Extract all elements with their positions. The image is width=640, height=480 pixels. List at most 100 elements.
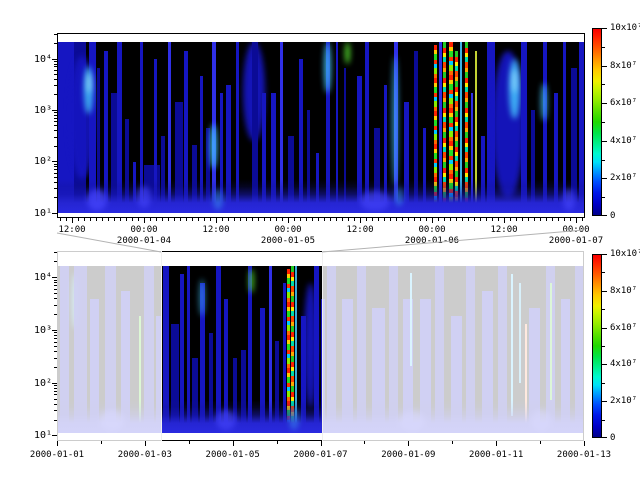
x-axis-minor-tick [444, 218, 445, 221]
spectrogram-streak [213, 189, 223, 210]
x-axis-minor-tick [336, 218, 337, 221]
x-axis-minor-tick [228, 218, 229, 221]
x-axis-minor-tick [390, 218, 391, 221]
x-axis-minor-tick [210, 218, 211, 221]
x-axis-minor-tick [252, 218, 253, 221]
y-axis-minor-tick [54, 43, 57, 44]
colorbar-tick [602, 141, 607, 142]
x-axis-minor-tick [114, 218, 115, 221]
colorbar-bottom [592, 254, 602, 438]
x-axis-minor-tick [318, 218, 319, 221]
spectrogram-viewer-window: 12:0000:002000-01-0412:0000:002000-01-05… [0, 0, 640, 480]
spectrogram-streak [345, 42, 350, 64]
y-axis-minor-tick [54, 130, 57, 131]
x-axis-minor-tick [96, 218, 97, 221]
x-tick-label: 00:00 [418, 225, 445, 235]
x-axis-minor-tick [198, 218, 199, 221]
x-axis-minor-tick [294, 218, 295, 221]
x-axis-tick [57, 441, 58, 446]
x-axis-tick [101, 441, 102, 444]
spectrogram-streak [87, 189, 107, 211]
y-axis-minor-tick [54, 64, 57, 65]
x-axis-minor-tick [174, 218, 175, 221]
x-axis-minor-tick [264, 218, 265, 221]
x-axis-tick [540, 441, 541, 444]
colorbar-minor-tick [602, 420, 605, 421]
x-axis-minor-tick [426, 218, 427, 221]
x-axis-minor-tick [288, 218, 289, 221]
x-axis-minor-tick [384, 218, 385, 221]
x-axis-minor-tick [504, 218, 505, 221]
x-axis-minor-tick [60, 218, 61, 221]
zoomed-spectrogram-data-area[interactable] [58, 42, 584, 213]
x-tick-label: 12:00 [490, 225, 517, 235]
y-axis-minor-tick [54, 74, 57, 75]
x-axis-minor-tick [204, 218, 205, 221]
colorbar-tick-label: 2x10⁷ [610, 396, 637, 406]
x-axis-tick [321, 441, 322, 446]
x-axis-minor-tick [306, 218, 307, 221]
colorbar-minor-tick [602, 84, 605, 85]
x-axis-minor-tick [432, 218, 433, 221]
x-axis-minor-tick [102, 218, 103, 221]
x-axis-minor-tick [354, 218, 355, 221]
colorbar-minor-tick [602, 197, 605, 198]
colorbar-tick [602, 437, 607, 438]
unselected-region-right-overlay [322, 251, 584, 441]
colorbar-tick [602, 178, 607, 179]
x-axis-minor-tick [552, 218, 553, 221]
x-axis-minor-tick [312, 218, 313, 221]
colorbar-minor-tick [602, 122, 605, 123]
y-tick-label: 10² [22, 156, 52, 167]
x-axis-minor-tick [240, 218, 241, 221]
y-tick-label: 10² [22, 378, 52, 389]
x-tick-label: 2000-01-01 [30, 450, 84, 460]
colorbar-tick-label: 0 [610, 433, 615, 443]
x-axis-minor-tick [330, 218, 331, 221]
x-axis-minor-tick [528, 218, 529, 221]
zoomed-spectrogram-panel [57, 33, 585, 218]
x-tick-label: 2000-01-13 [557, 450, 611, 460]
x-date-label: 2000-01-07 [549, 236, 603, 246]
spectrogram-streak [395, 187, 403, 206]
x-axis-minor-tick [522, 218, 523, 221]
x-axis-minor-tick [420, 218, 421, 221]
y-axis-minor-tick [54, 34, 57, 35]
x-axis-minor-tick [408, 218, 409, 221]
x-tick-label: 2000-01-11 [469, 450, 523, 460]
y-tick-label: 10¹ [22, 208, 52, 219]
x-tick-label: 00:00 [130, 225, 157, 235]
x-axis-minor-tick [162, 218, 163, 221]
y-axis-minor-tick [54, 85, 57, 86]
spectrogram-streak [563, 189, 575, 211]
x-axis-minor-tick [414, 218, 415, 221]
x-axis-minor-tick [120, 218, 121, 221]
y-axis-minor-tick [54, 115, 57, 116]
colorbar-minor-tick [602, 309, 605, 310]
x-axis-tick [408, 441, 409, 446]
x-axis-tick [364, 441, 365, 444]
x-tick-label: 00:00 [274, 225, 301, 235]
colorbar-top [592, 28, 602, 216]
colorbar-tick-label: 10x10⁷ [610, 249, 640, 259]
x-axis-tick [452, 441, 453, 444]
colorbar-tick [602, 328, 607, 329]
spectrogram-streak [137, 186, 151, 208]
y-axis-minor-tick [54, 121, 57, 122]
x-axis-minor-tick [216, 218, 217, 221]
colorbar-tick [602, 215, 607, 216]
x-axis-tick [277, 441, 278, 444]
x-axis-tick [584, 441, 585, 446]
x-axis-minor-tick [192, 218, 193, 221]
selection-region[interactable] [161, 251, 322, 441]
x-axis-minor-tick [564, 218, 565, 221]
x-date-label: 2000-01-04 [117, 236, 171, 246]
y-axis-minor-tick [54, 182, 57, 183]
y-axis-minor-tick [54, 79, 57, 80]
y-axis-minor-tick [54, 197, 57, 198]
x-tick-label: 2000-01-03 [118, 450, 172, 460]
unselected-region-left-overlay [57, 251, 162, 441]
colorbar-tick [602, 103, 607, 104]
x-axis-minor-tick [108, 218, 109, 221]
context-spectrogram-panel [57, 251, 584, 441]
